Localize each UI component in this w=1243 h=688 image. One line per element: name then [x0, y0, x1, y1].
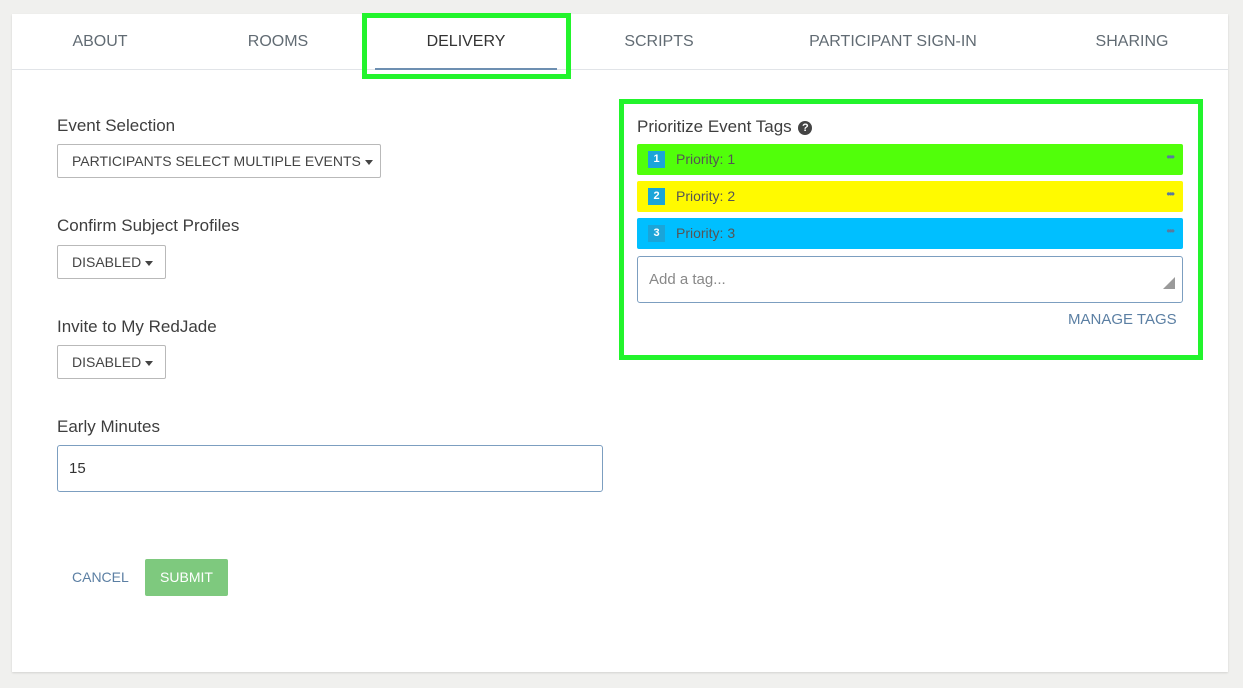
add-tag-input[interactable]: Add a tag... [637, 256, 1183, 303]
invite-label: Invite to My RedJade [57, 317, 217, 336]
active-tab-indicator [375, 68, 557, 70]
add-tag-placeholder: Add a tag... [649, 271, 726, 288]
tag-row[interactable]: 2 Priority: 2 ••• [637, 181, 1183, 212]
tag-row[interactable]: 1 Priority: 1 ••• [637, 144, 1183, 175]
confirm-profiles-label: Confirm Subject Profiles [57, 216, 240, 235]
tag-label: Priority: 3 [676, 225, 736, 241]
help-icon[interactable]: ? [798, 121, 813, 135]
early-minutes-label: Early Minutes [57, 417, 160, 436]
settings-panel: ABOUT ROOMS DELIVERY SCRIPTS PARTICIPANT… [12, 13, 1228, 672]
tab-rooms[interactable]: ROOMS [218, 14, 338, 69]
invite-dropdown[interactable]: DISABLED [57, 345, 166, 379]
confirm-profiles-dropdown[interactable]: DISABLED [57, 245, 166, 279]
prioritize-tags-label: Prioritize Event Tags [637, 117, 792, 136]
tab-label: SHARING [1095, 33, 1169, 50]
tab-bar: ABOUT ROOMS DELIVERY SCRIPTS PARTICIPANT… [12, 14, 1228, 70]
caret-down-icon [145, 360, 154, 366]
tab-label: ROOMS [247, 33, 309, 50]
tab-label: SCRIPTS [624, 33, 694, 50]
manage-tags-link[interactable]: MANAGE TAGS [1068, 311, 1177, 328]
invite-value: DISABLED [72, 354, 142, 370]
more-options-icon[interactable]: ••• [1166, 187, 1174, 201]
tab-about[interactable]: ABOUT [40, 14, 160, 69]
tag-priority-badge: 1 [648, 151, 665, 168]
tag-row[interactable]: 3 Priority: 3 ••• [637, 218, 1183, 249]
caret-down-icon [364, 159, 373, 165]
confirm-profiles-value: DISABLED [72, 254, 142, 270]
tab-scripts[interactable]: SCRIPTS [599, 14, 719, 69]
tab-label: ABOUT [72, 33, 128, 50]
more-options-icon[interactable]: ••• [1166, 150, 1174, 164]
more-options-icon[interactable]: ••• [1166, 224, 1174, 238]
event-selection-dropdown[interactable]: PARTICIPANTS SELECT MULTIPLE EVENTS [57, 144, 381, 178]
event-selection-value: PARTICIPANTS SELECT MULTIPLE EVENTS [72, 153, 361, 169]
tab-delivery[interactable]: DELIVERY [369, 14, 563, 70]
cancel-button[interactable]: CANCEL [57, 559, 144, 596]
tab-label: DELIVERY [426, 33, 506, 50]
tab-sharing[interactable]: SHARING [1072, 14, 1192, 69]
caret-down-icon [145, 260, 154, 266]
tag-priority-badge: 3 [648, 225, 665, 242]
tab-label: PARTICIPANT SIGN-IN [809, 33, 977, 50]
prioritize-tags-title: Prioritize Event Tags ? [637, 117, 813, 137]
early-minutes-input[interactable]: 15 [57, 445, 603, 492]
event-selection-label: Event Selection [57, 116, 176, 135]
tag-label: Priority: 1 [676, 151, 736, 167]
submit-button[interactable]: SUBMIT [145, 559, 228, 596]
tag-label: Priority: 2 [676, 188, 736, 204]
resize-grip-icon[interactable] [1163, 277, 1175, 289]
tag-priority-badge: 2 [648, 188, 665, 205]
tab-participant-sign-in[interactable]: PARTICIPANT SIGN-IN [793, 14, 993, 69]
